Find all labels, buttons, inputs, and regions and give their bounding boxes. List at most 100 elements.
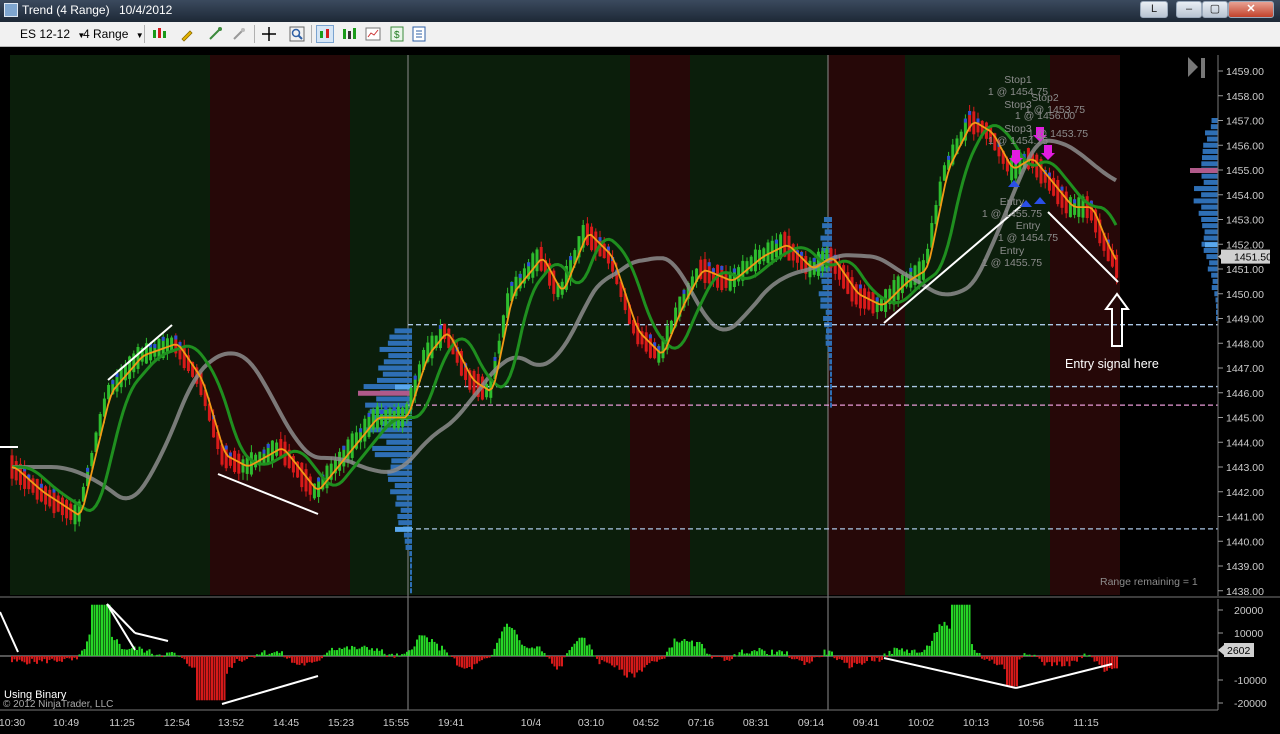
histogram-bar (1011, 656, 1013, 687)
histogram-bar (891, 653, 893, 656)
histogram-bar (726, 656, 728, 660)
histogram-bar (468, 656, 471, 667)
histogram-bar (488, 656, 491, 658)
volume-profile-bar (1198, 210, 1218, 216)
bar-body (375, 406, 379, 429)
volume-profile-bar (387, 340, 412, 346)
histogram-bar (261, 652, 263, 656)
axis-tick-label: 1454.00 (1226, 190, 1264, 202)
histogram-bar (198, 656, 201, 701)
time-tick-label: 13:52 (218, 717, 244, 729)
bar-body (371, 409, 375, 430)
histogram-bar (648, 656, 651, 664)
histogram-bar (41, 656, 43, 662)
histogram-bar (683, 638, 686, 656)
histogram-bar (443, 649, 446, 656)
period-selector[interactable]: 4 Range ▼ (83, 26, 144, 42)
histogram-bar (796, 656, 798, 659)
histogram-bar (863, 656, 866, 664)
bar-paint (732, 268, 736, 273)
volume-profile-bar (825, 334, 832, 340)
histogram-bar (156, 654, 158, 656)
histogram-bar (748, 653, 751, 656)
histogram-bar (143, 652, 146, 656)
close-button[interactable]: ✕ (1228, 1, 1274, 18)
pencil-icon[interactable] (178, 25, 196, 43)
range-remaining-label: Range remaining = 1 (1100, 576, 1198, 588)
layout-button[interactable]: L (1140, 1, 1168, 18)
histogram-bar (641, 656, 643, 672)
zoom-icon[interactable] (288, 25, 306, 43)
histogram-bar (56, 656, 58, 662)
volume-profile-bar (1205, 130, 1218, 136)
bar-paint (1073, 199, 1077, 204)
candlestick-icon[interactable] (150, 25, 168, 43)
histogram-bar (51, 656, 53, 659)
volume-profile-bar (1207, 266, 1218, 272)
histogram-bar (441, 645, 443, 656)
bar-paint (39, 483, 43, 488)
histogram-bar (1056, 656, 1058, 666)
drawing-tool-icon[interactable] (206, 25, 224, 43)
bar-body (233, 450, 237, 472)
crosshair-icon[interactable] (260, 25, 278, 43)
histogram-bar (48, 656, 51, 660)
histogram-bar (948, 628, 951, 656)
dollar-icon[interactable]: $ (388, 25, 406, 43)
bar-style-icon[interactable] (316, 25, 334, 43)
histogram-bar (446, 652, 448, 656)
histogram-bar (206, 656, 208, 701)
histogram-bar (746, 653, 748, 656)
properties-icon[interactable] (410, 25, 428, 43)
histogram-bar (496, 642, 498, 656)
histogram-bar (323, 654, 326, 656)
histogram-bar (1093, 656, 1096, 662)
histogram-bar (973, 649, 976, 656)
chart-area[interactable]: 1459.00 1458.00 1457.00 1456.00 1455.00 1454.… (0, 47, 1280, 734)
histogram-bar (831, 651, 833, 656)
app-icon (4, 3, 18, 17)
axis-tick-label: 1443.00 (1226, 462, 1264, 474)
bar-body (363, 418, 367, 442)
volume-profile-bar (824, 229, 832, 235)
time-tick-label: 07:16 (688, 717, 714, 729)
histogram-bar (223, 656, 226, 701)
magnet-icon[interactable] (230, 25, 248, 43)
instrument-selector[interactable]: ES 12-12 ▼ (20, 26, 85, 42)
maximize-button[interactable]: ▢ (1202, 1, 1228, 18)
price-axis[interactable]: 1459.00 1458.00 1457.00 1456.00 1455.00 1454.… (1217, 47, 1280, 602)
chart-style-icon[interactable] (340, 25, 358, 43)
time-tick-label: 11:25 (109, 717, 135, 729)
volume-profile-bar (1206, 254, 1218, 260)
histogram-bar (886, 656, 888, 657)
histogram-bar (556, 656, 558, 670)
stop-label: Stop1 (1004, 74, 1032, 86)
histogram-bar (786, 651, 788, 656)
volume-profile-bar (403, 532, 412, 538)
histogram-bar (233, 656, 236, 664)
histogram-bar (501, 631, 503, 656)
bar-paint (648, 334, 652, 339)
histogram-bar (956, 604, 958, 656)
data-box-icon[interactable] (364, 25, 382, 43)
histogram-bar (1116, 656, 1118, 669)
histogram-bar (316, 656, 318, 662)
volume-profile-bar (388, 353, 412, 359)
histogram-bar (981, 656, 983, 659)
volume-profile-bar (1201, 161, 1218, 167)
histogram-bar (61, 656, 63, 662)
minimize-button[interactable]: – (1176, 1, 1202, 18)
histogram-bar (771, 649, 773, 656)
histogram-bar (36, 656, 38, 664)
histogram-bar (466, 656, 468, 669)
volume-profile-bar (1194, 186, 1218, 192)
histogram-bar (608, 656, 611, 664)
bar-paint (224, 445, 228, 450)
histogram-bar (1076, 656, 1078, 662)
histogram-bar (758, 647, 761, 656)
histogram-bar (1036, 656, 1038, 657)
volume-profile-bar (1212, 278, 1218, 284)
histogram-bar (971, 644, 973, 656)
bar-paint (342, 445, 346, 450)
histogram-bar (926, 645, 928, 656)
